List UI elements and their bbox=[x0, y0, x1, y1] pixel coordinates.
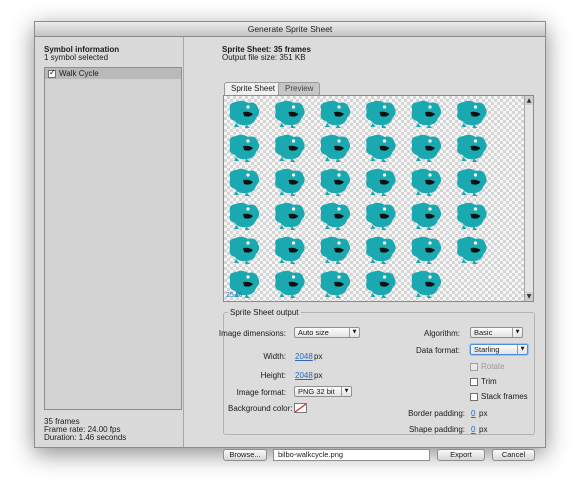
sprite-frame bbox=[411, 202, 442, 230]
sprite-frame bbox=[411, 168, 442, 196]
rotate-checkbox bbox=[470, 362, 478, 371]
background-color-label: Background color: bbox=[228, 404, 293, 413]
list-item[interactable]: Walk Cycle bbox=[45, 68, 181, 79]
output-file-size: Output file size: 351 KB bbox=[222, 53, 306, 62]
algorithm-select[interactable]: Basic ▼ bbox=[470, 327, 523, 338]
height-value[interactable]: 2048 bbox=[295, 371, 313, 380]
data-format-select[interactable]: Starling ▼ bbox=[470, 344, 528, 355]
shape-padding-unit: px bbox=[479, 425, 488, 434]
sprite-frame bbox=[366, 236, 396, 264]
generate-sprite-sheet-dialog: Generate Sprite Sheet Symbol information… bbox=[34, 21, 546, 461]
trim-option[interactable]: Trim bbox=[470, 377, 497, 386]
algorithm-value: Basic bbox=[474, 328, 493, 337]
sprite-frame bbox=[457, 236, 487, 264]
sprite-frame bbox=[457, 100, 487, 128]
trim-label: Trim bbox=[481, 377, 497, 386]
tab-sprite-sheet[interactable]: Sprite Sheet bbox=[224, 82, 283, 95]
symbol-selected-count: 1 symbol selected bbox=[44, 53, 109, 62]
image-format-select[interactable]: PNG 32 bit ▼ bbox=[294, 386, 352, 397]
zoom-level[interactable]: 25 % bbox=[226, 292, 242, 299]
sprite-frame bbox=[320, 134, 351, 162]
sprite-frame bbox=[366, 100, 396, 128]
chevron-down-icon: ▼ bbox=[512, 328, 522, 337]
output-path-field[interactable]: bilbo-walkcycle.png bbox=[273, 449, 430, 461]
shape-padding-label: Shape padding: bbox=[408, 425, 465, 434]
rotate-option: Rotate bbox=[470, 362, 505, 371]
sprite-frame bbox=[457, 202, 487, 230]
image-dimensions-value: Auto size bbox=[298, 328, 329, 337]
sprite-frame bbox=[366, 202, 396, 230]
sprite-frame bbox=[275, 168, 305, 196]
sprite-frame bbox=[229, 100, 260, 128]
cancel-button[interactable]: Cancel bbox=[492, 449, 535, 461]
chevron-down-icon: ▼ bbox=[349, 328, 359, 337]
image-dimensions-label: Image dimensions: bbox=[218, 329, 286, 338]
sprite-frame bbox=[275, 236, 305, 264]
tab-preview[interactable]: Preview bbox=[278, 82, 321, 95]
sprite-frame bbox=[320, 168, 351, 196]
algorithm-label: Algorithm: bbox=[423, 329, 460, 338]
sprite-frame bbox=[320, 100, 351, 128]
border-padding-label: Border padding: bbox=[408, 409, 465, 418]
sprite-frame bbox=[457, 168, 487, 196]
stack-frames-option[interactable]: Stack frames bbox=[470, 392, 528, 401]
width-label: Width: bbox=[263, 352, 286, 361]
sprite-frame bbox=[275, 100, 305, 128]
sprite-frame bbox=[366, 134, 396, 162]
sprite-frame bbox=[457, 134, 487, 162]
export-button[interactable]: Export bbox=[437, 449, 485, 461]
sprite-frame bbox=[411, 270, 442, 298]
symbol-list[interactable]: Walk Cycle bbox=[44, 67, 182, 410]
output-legend: Sprite Sheet output bbox=[228, 308, 301, 317]
sprite-frame bbox=[411, 100, 442, 128]
sprite-frame bbox=[411, 236, 442, 264]
scroll-down-icon[interactable]: ▼ bbox=[525, 292, 533, 301]
width-value[interactable]: 2048 bbox=[295, 352, 313, 361]
sprite-frame bbox=[229, 202, 260, 230]
scroll-up-icon[interactable]: ▲ bbox=[525, 96, 533, 105]
duration: Duration: 1.46 seconds bbox=[44, 433, 127, 442]
sprite-frame bbox=[320, 236, 351, 264]
sprite-frame bbox=[275, 270, 305, 298]
chevron-down-icon: ▼ bbox=[341, 387, 351, 396]
sprite-frame bbox=[229, 134, 260, 162]
chevron-down-icon: ▼ bbox=[517, 345, 527, 354]
sprite-frame bbox=[229, 168, 260, 196]
height-unit: px bbox=[314, 371, 323, 380]
sprite-sheet-output-group: Sprite Sheet output Image dimensions: Au… bbox=[219, 308, 535, 435]
sprite-frame bbox=[320, 270, 351, 298]
sprite-frame bbox=[275, 202, 305, 230]
height-label: Height: bbox=[260, 371, 286, 380]
trim-checkbox[interactable] bbox=[470, 377, 478, 386]
sprite-frame bbox=[275, 134, 305, 162]
sprite-grid bbox=[229, 100, 487, 298]
border-padding-value[interactable]: 0 bbox=[471, 409, 475, 418]
rotate-label: Rotate bbox=[481, 362, 505, 371]
image-format-label: Image format: bbox=[236, 388, 286, 397]
dialog-title: Generate Sprite Sheet bbox=[35, 22, 545, 37]
sprite-frame bbox=[229, 236, 260, 264]
sprite-frame bbox=[320, 202, 351, 230]
symbol-label: Walk Cycle bbox=[59, 69, 99, 78]
sprite-sheet-panel: Sprite Sheet: 35 frames Output file size… bbox=[185, 37, 545, 461]
stack-frames-checkbox[interactable] bbox=[470, 392, 478, 401]
image-format-value: PNG 32 bit bbox=[298, 387, 335, 396]
background-color-swatch[interactable] bbox=[294, 403, 307, 413]
sprite-frame bbox=[366, 270, 396, 298]
browse-button[interactable]: Browse... bbox=[223, 449, 267, 461]
symbol-info-panel: Symbol information 1 symbol selected Wal… bbox=[35, 37, 184, 447]
width-unit: px bbox=[314, 352, 323, 361]
image-dimensions-select[interactable]: Auto size ▼ bbox=[294, 327, 360, 338]
symbol-checkbox[interactable] bbox=[48, 68, 56, 78]
sprite-frame bbox=[411, 134, 442, 162]
sprite-frame bbox=[366, 168, 396, 196]
data-format-label: Data format: bbox=[415, 346, 460, 355]
sprite-sheet-preview: ▲ ▼ 25 % bbox=[223, 95, 534, 302]
no-color-icon bbox=[294, 403, 307, 413]
data-format-value: Starling bbox=[474, 345, 500, 354]
preview-scrollbar[interactable]: ▲ ▼ bbox=[524, 96, 533, 301]
stack-frames-label: Stack frames bbox=[481, 392, 528, 401]
border-padding-unit: px bbox=[479, 409, 488, 418]
shape-padding-value[interactable]: 0 bbox=[471, 425, 475, 434]
